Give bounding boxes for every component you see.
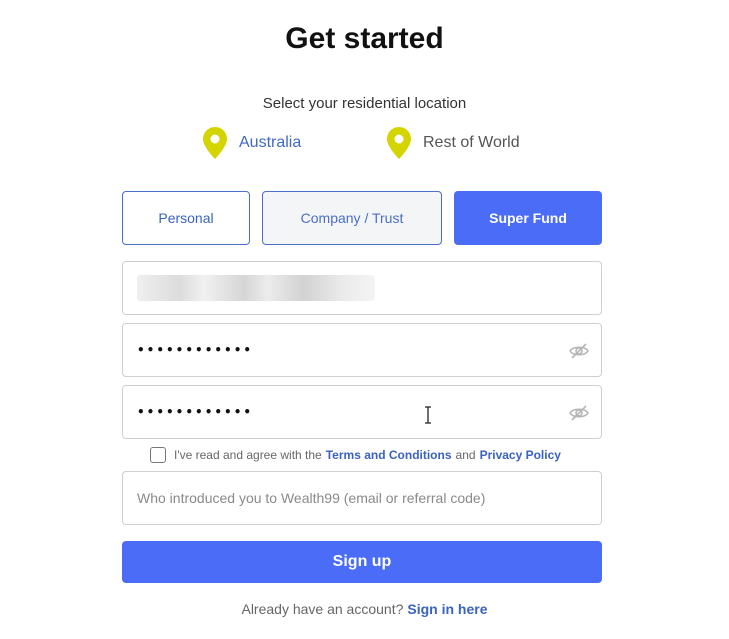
sign-in-prompt: Already have an account? Sign in here <box>0 601 729 617</box>
sign-in-prompt-text: Already have an account? <box>241 601 404 617</box>
location-label: Australia <box>239 134 302 151</box>
password-value: •••••••••••• <box>137 343 254 357</box>
eye-off-icon[interactable] <box>569 341 589 361</box>
location-pin-icon <box>203 127 227 159</box>
redacted-email-value <box>137 275 375 301</box>
referral-placeholder: Who introduced you to Wealth99 (email or… <box>137 490 486 506</box>
account-type-company-trust-button[interactable]: Company / Trust <box>262 191 442 245</box>
account-type-personal-button[interactable]: Personal <box>122 191 250 245</box>
location-pin-icon <box>387 127 411 159</box>
location-option-rest-of-world[interactable]: Rest of World <box>386 126 520 160</box>
terms-checkbox[interactable] <box>150 447 166 463</box>
terms-middle-text: and <box>455 448 476 462</box>
terms-link[interactable]: Terms and Conditions <box>326 448 452 462</box>
account-type-super-fund-button[interactable]: Super Fund <box>454 191 602 245</box>
sign-up-button[interactable]: Sign up <box>122 541 602 583</box>
email-field[interactable] <box>122 261 602 315</box>
password-field[interactable]: •••••••••••• <box>122 323 602 377</box>
location-prompt: Select your residential location <box>262 95 467 112</box>
terms-agreement: I've read and agree with the Terms and C… <box>150 447 561 463</box>
referral-input[interactable]: Who introduced you to Wealth99 (email or… <box>122 471 602 525</box>
sign-in-link[interactable]: Sign in here <box>407 601 487 617</box>
terms-prefix-text: I've read and agree with the <box>174 448 322 462</box>
text-cursor-icon <box>425 406 431 424</box>
location-label: Rest of World <box>423 134 520 151</box>
location-option-australia[interactable]: Australia <box>202 126 301 160</box>
privacy-policy-link[interactable]: Privacy Policy <box>480 448 561 462</box>
eye-off-icon[interactable] <box>569 403 589 423</box>
confirm-password-field[interactable]: •••••••••••• <box>122 385 602 439</box>
confirm-password-value: •••••••••••• <box>137 405 254 419</box>
page-title: Get started <box>285 22 444 55</box>
